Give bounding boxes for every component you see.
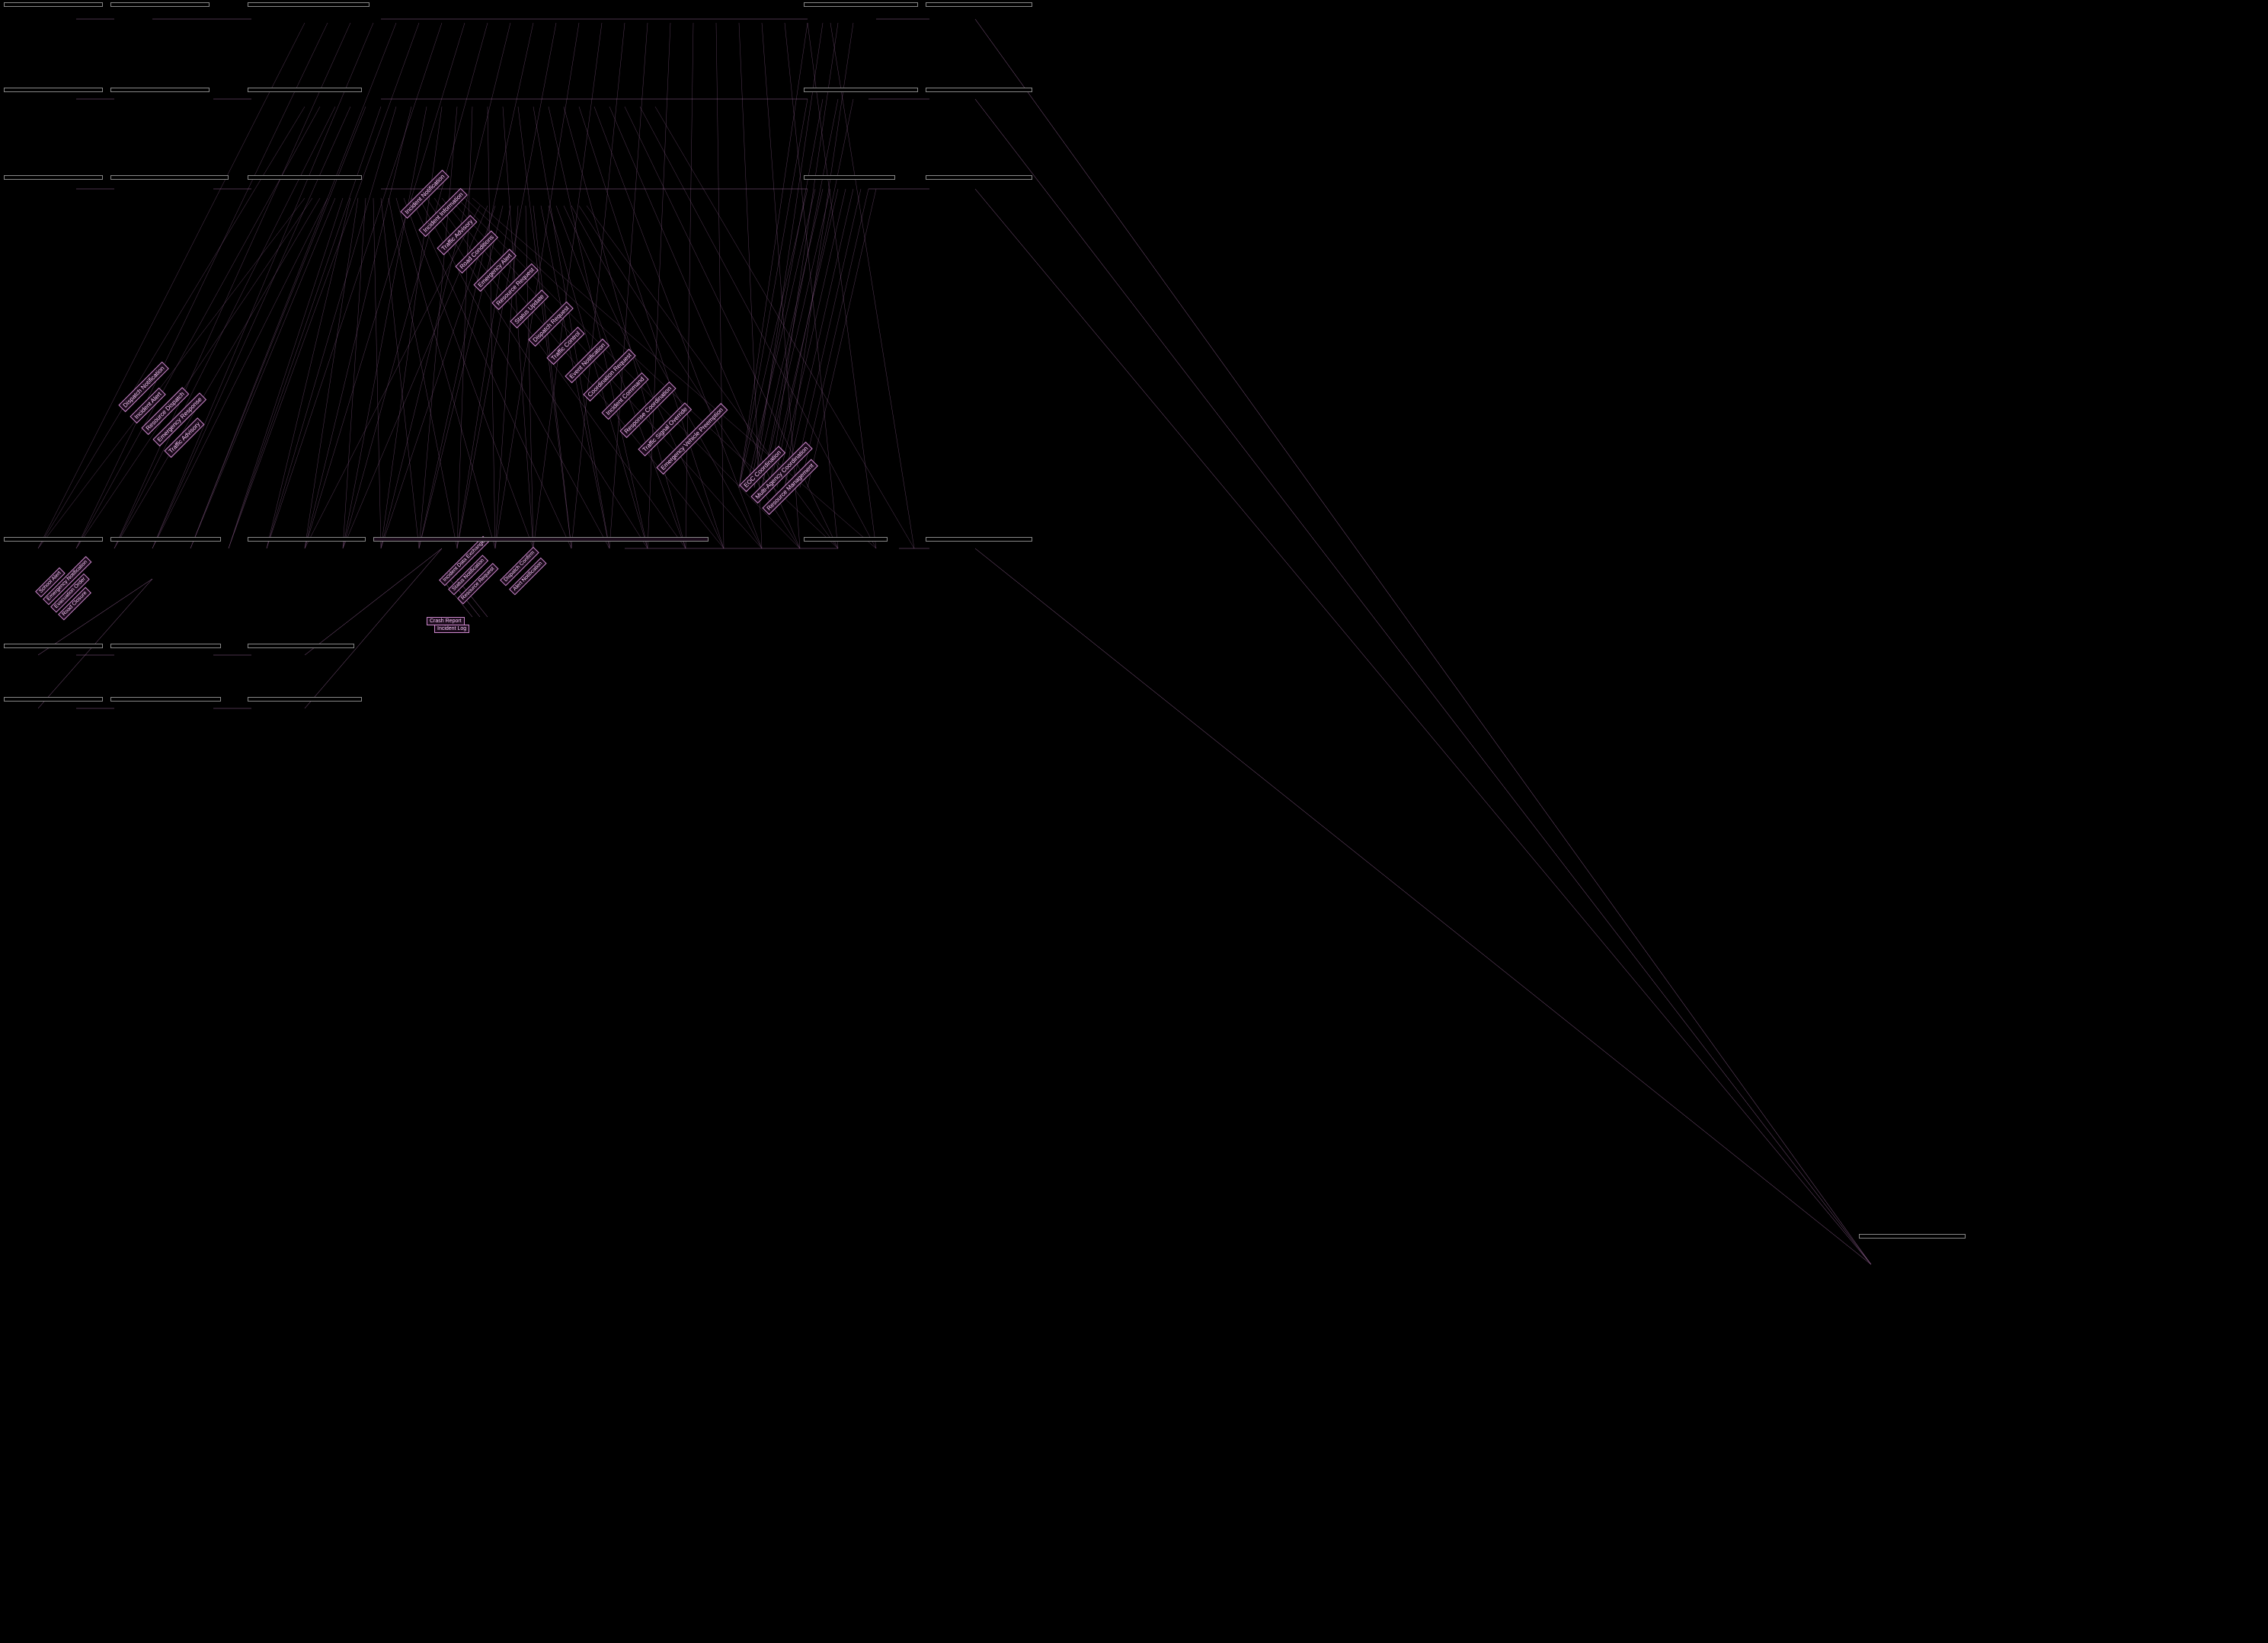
node-priv-tow <box>4 644 103 648</box>
node-priv-carriers <box>4 697 103 702</box>
node-ark-sp-db <box>110 644 221 648</box>
node-tex-urban <box>926 2 1032 7</box>
node-reg-hosp <box>110 537 221 542</box>
connection-lines <box>0 0 2268 1643</box>
node-ark-state-pol <box>926 88 1032 92</box>
node-county-eoc <box>804 175 895 180</box>
node-dps-eps <box>804 88 918 92</box>
node-muni-ps-tx <box>4 2 103 7</box>
node-txdot-atl <box>248 2 369 7</box>
node-reg-ems <box>248 537 366 542</box>
node-ahtd-maint <box>4 175 103 180</box>
node-noaa <box>248 644 354 648</box>
node-city-tex-tx <box>110 2 210 7</box>
node-muni-maint <box>110 175 229 180</box>
node-comm-veh <box>4 88 103 92</box>
node-muni-ps-dispatch <box>373 537 709 542</box>
diag-label-bc-2: Incident Log <box>434 625 469 633</box>
node-ind-school <box>4 537 103 542</box>
node-bi-state-jc <box>804 2 918 7</box>
node-city-tex-ar <box>110 88 210 92</box>
node-ahtd-dist <box>248 88 362 92</box>
dispatch-node <box>1859 1234 1966 1239</box>
node-atcog <box>926 175 1032 180</box>
node-muni-gov-tmc <box>248 175 362 180</box>
node-txdot-web <box>110 697 221 702</box>
node-muni-permit <box>248 697 362 702</box>
node-lifenet <box>804 537 888 542</box>
node-priv-amb <box>926 537 1032 542</box>
